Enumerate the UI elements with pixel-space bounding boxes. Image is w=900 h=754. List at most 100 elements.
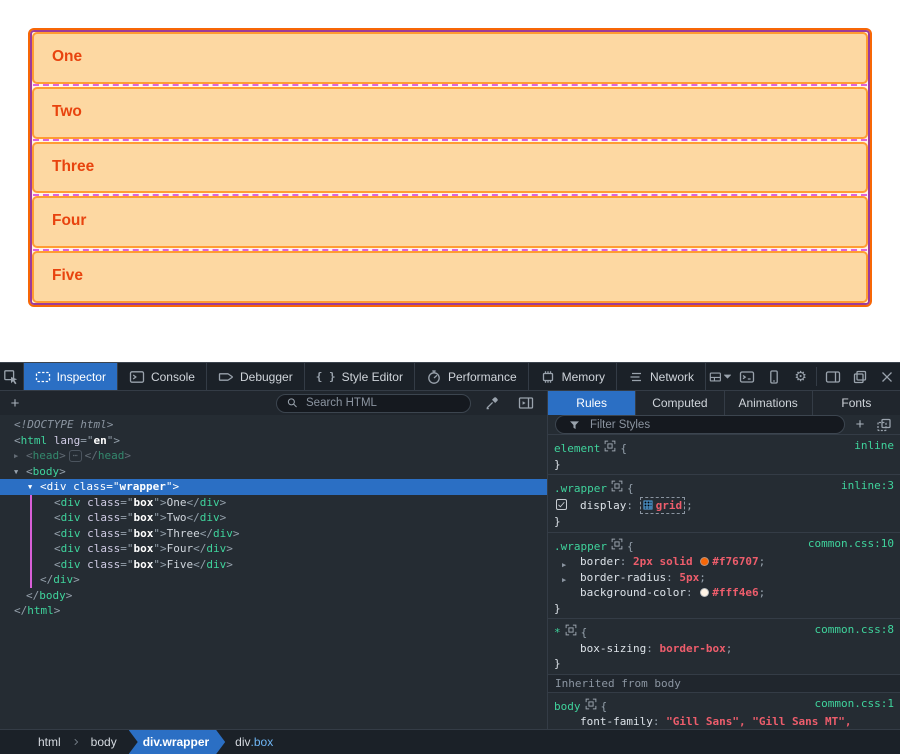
selector-highlighter-icon[interactable] [611,536,623,552]
add-rule-button[interactable]: + [851,417,869,433]
selector-highlighter-icon[interactable] [565,622,577,638]
markup-line[interactable]: <div class="box">Four</div> [0,541,547,557]
css-selector[interactable]: element [554,442,600,455]
css-selector[interactable]: body [554,700,581,713]
markup-line[interactable]: </html> [0,603,547,619]
css-selector[interactable]: .wrapper [554,540,607,553]
separate-window-icon[interactable] [846,363,873,390]
breadcrumb-item-body[interactable]: body [81,730,127,754]
search-html-input[interactable] [304,396,424,410]
css-declaration[interactable]: ▶border-radius: 5px; [548,570,900,586]
sidebar-tab-fonts[interactable]: Fonts [813,391,900,415]
open-brace: { [627,540,634,553]
markup-line[interactable]: <div class="box">Two</div> [0,510,547,526]
css-declaration[interactable]: ▶border: 2px solid #f76707; [548,554,900,570]
expand-arrow-icon[interactable]: ▼ [14,465,18,481]
rule-source-link[interactable]: common.css:10 [808,536,894,552]
code-token: > [59,465,66,478]
dock-sidebar-icon[interactable] [819,363,846,390]
markup-line[interactable]: <!DOCTYPE html> [0,417,547,433]
three-pane-toggle-icon[interactable] [513,395,539,411]
markup-line[interactable]: </div> [0,572,547,588]
devtools-tab-memory[interactable]: Memory [529,363,617,390]
pseudo-class-panel-icon[interactable] [875,417,893,433]
property-value[interactable]: #fff4e6 [712,586,758,599]
color-swatch[interactable] [700,588,709,597]
breadcrumb-item-div-wrapper[interactable]: div.wrapper [129,730,225,754]
code-token: =" [80,434,93,447]
devtools: InspectorConsoleDebugger{ }Style EditorP… [0,362,900,753]
close-icon[interactable] [873,363,900,390]
code-token: div [47,480,67,493]
sidebar-tab-computed[interactable]: Computed [636,391,724,415]
sidebar-tab-rules[interactable]: Rules [548,391,636,415]
eyedropper-icon[interactable] [479,395,505,411]
property-value[interactable]: border-box [659,642,725,655]
selector-highlighter-icon[interactable] [611,478,623,494]
declaration-checkbox[interactable] [556,499,567,510]
filter-styles-box[interactable] [555,415,845,434]
markup-line[interactable]: </body> [0,588,547,604]
selector-highlighter-icon[interactable] [604,438,616,454]
css-declaration[interactable]: font-family: "Gill Sans", "Gill Sans MT"… [548,714,900,729]
semicolon: ; [726,642,733,655]
css-declaration[interactable]: background-color: #fff4e6; [548,585,900,601]
rule-source-link[interactable]: common.css:8 [815,622,894,638]
close-brace: } [548,457,900,473]
devtools-tab-console[interactable]: Console [118,363,207,390]
property-value[interactable]: 5px [679,571,699,584]
close-brace: } [548,601,900,617]
breadcrumb-item-html[interactable]: html [28,730,71,754]
markup-line[interactable]: <html lang="en"> [0,433,547,449]
collapsed-content-badge[interactable]: ⋯ [69,450,82,462]
property-value[interactable]: #f76707 [712,555,758,568]
breadcrumb-item-div-box[interactable]: div.box [225,730,283,754]
property-value[interactable]: 2px solid [633,555,699,568]
color-swatch[interactable] [700,557,709,566]
markup-line[interactable]: ▼<body> [0,464,547,480]
markup-line[interactable]: ▶<head>⋯</head> [0,448,547,464]
devtools-tab-style-editor[interactable]: { }Style Editor [305,363,415,390]
markup-line[interactable]: <div class="box">One</div> [0,495,547,511]
property-value[interactable]: grid [656,499,683,512]
rule-source-link[interactable]: inline [854,438,894,454]
devtools-tab-debugger[interactable]: Debugger [207,363,305,390]
code-token: class [81,558,121,571]
split-console-icon[interactable] [733,363,760,390]
settings-icon[interactable]: ⚙ [787,363,814,390]
grid-row-line-overlay [33,249,867,251]
expand-arrow-icon[interactable]: ▶ [14,449,18,465]
property-name[interactable]: display [580,499,626,512]
property-name[interactable]: background-color [580,586,686,599]
property-name[interactable]: border-radius [580,571,666,584]
code-token: =" [120,496,133,509]
devtools-tab-inspector[interactable]: Inspector [24,363,118,390]
css-declaration[interactable]: display: grid; [548,497,900,515]
property-name[interactable]: box-sizing [580,642,646,655]
sidebar-tab-animations[interactable]: Animations [725,391,813,415]
css-selector[interactable]: * [554,626,561,639]
selector-highlighter-icon[interactable] [585,696,597,712]
markup-line[interactable]: <div class="box">Five</div> [0,557,547,573]
add-node-button[interactable]: + [0,392,30,415]
pick-element-button[interactable] [0,363,24,390]
css-selector[interactable]: .wrapper [554,482,607,495]
css-declaration[interactable]: box-sizing: border-box; [548,641,900,657]
markup-line[interactable]: <div class="box">Three</div> [0,526,547,542]
devtools-tab-performance[interactable]: Performance [415,363,529,390]
expand-arrow-icon[interactable]: ▼ [28,480,32,496]
markup-line[interactable]: ▼<div class="wrapper"> [0,479,547,495]
property-name[interactable]: font-family [580,715,653,728]
grid-toggle-icon[interactable] [643,500,653,510]
search-html-box[interactable] [276,394,471,413]
dock-layout-icon[interactable] [706,363,733,390]
network-icon [628,369,644,385]
rule-source-link[interactable]: common.css:1 [815,696,894,712]
open-brace: { [581,626,588,639]
filter-styles-input[interactable] [588,418,708,432]
devtools-tab-network[interactable]: Network [617,363,706,390]
rule-source-link[interactable]: inline:3 [841,478,894,494]
responsive-mode-icon[interactable] [760,363,787,390]
colon: : [646,642,659,655]
property-name[interactable]: border [580,555,620,568]
